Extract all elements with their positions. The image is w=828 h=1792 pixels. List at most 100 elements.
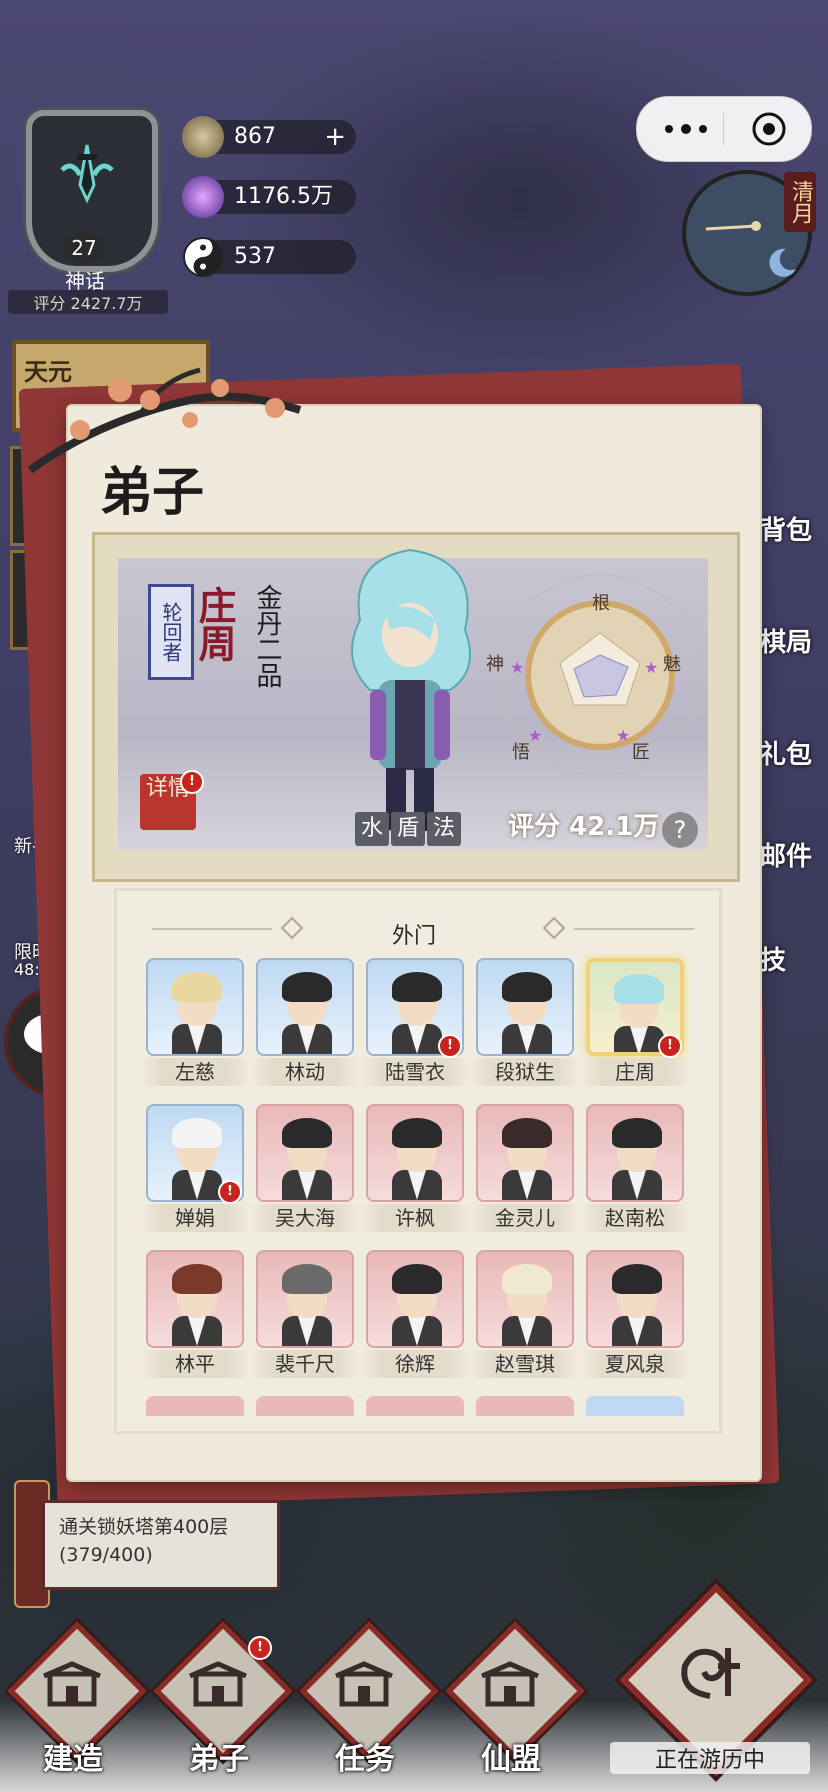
star-icon: ★ [510, 658, 524, 677]
pavilion-icon [43, 1661, 101, 1707]
star-icon: ★ [644, 658, 658, 677]
element-tag: 盾 [391, 812, 425, 846]
resource-value: 1176.5万 [234, 184, 333, 209]
player-level: 27 [62, 234, 106, 262]
disciple-card-peek[interactable] [476, 1396, 574, 1416]
disciple-portrait [146, 1250, 244, 1348]
resource-cloud-coin[interactable]: 867 + [182, 116, 356, 158]
more-options-button[interactable] [657, 113, 717, 145]
disciple-name: 金灵儿 [470, 1204, 580, 1232]
disciple-name: 陆雪衣 [360, 1058, 470, 1086]
travel-button[interactable]: 正在游历中 [610, 1583, 813, 1782]
disciple-card[interactable]: 赵雪琪 [470, 1250, 580, 1378]
disciple-card[interactable]: 左慈 [140, 958, 250, 1086]
chess-label: 棋局 [760, 628, 813, 658]
disciple-card[interactable]: 林平 [140, 1250, 250, 1378]
divider-line [574, 928, 694, 930]
radar-label: 根 [592, 593, 610, 614]
mail-button[interactable]: 邮件 [760, 836, 828, 906]
disciple-name: 许枫 [360, 1204, 470, 1232]
close-target-icon[interactable] [749, 109, 789, 149]
hero-score: 评分 42.1万 [508, 812, 660, 842]
nav-label: 仙盟 [481, 1742, 541, 1777]
disciple-portrait [366, 1250, 464, 1348]
capsule-divider [723, 113, 724, 145]
nav-label: 建造 [43, 1742, 103, 1777]
mail-label: 邮件 [760, 842, 813, 872]
element-tag: 水 [355, 812, 389, 846]
notification-badge: ! [180, 770, 204, 794]
add-currency-button[interactable]: + [324, 120, 346, 154]
gift-label: 礼包 [760, 740, 813, 770]
disciple-card[interactable]: 陆雪衣! [360, 958, 470, 1086]
section-title: 外门 [391, 924, 436, 949]
quest-tracker[interactable]: 通关锁妖塔第400层(379/400) [42, 1500, 280, 1590]
journey-swirl-icon [681, 1648, 740, 1699]
panel-title: 弟子 [100, 462, 205, 523]
attribute-radar-chart: 根 魅 匠 悟 神 ★ ★ ★ ★ [486, 574, 701, 776]
star-icon: ★ [616, 726, 630, 745]
notification-badge: ! [248, 1636, 272, 1660]
element-tag: 法 [427, 812, 461, 846]
disciple-card[interactable]: 徐辉 [360, 1250, 470, 1378]
season-label: 清月 [784, 172, 816, 232]
disciple-portrait [146, 958, 244, 1056]
disciple-icon [189, 1661, 247, 1707]
disciple-portrait [476, 958, 574, 1056]
cloud-coin-icon [182, 116, 224, 158]
disciple-card-peek[interactable] [366, 1396, 464, 1416]
radar-label: 悟 [512, 742, 530, 763]
resource-yin-yang[interactable]: 537 [183, 237, 356, 277]
nav-task-button[interactable]: 任务 [299, 1621, 439, 1782]
radar-label: 神 [486, 654, 504, 675]
disciple-name: 裴千尺 [250, 1350, 360, 1378]
disciple-portrait [476, 1104, 574, 1202]
skill-label: 技 [760, 946, 787, 976]
travel-label: 正在游历中 [610, 1742, 810, 1774]
miniprogram-capsule [636, 96, 812, 162]
gift-button[interactable]: 礼包 [760, 734, 828, 804]
hero-name: 庄周 [192, 586, 237, 662]
spirit-crystal-icon [182, 176, 224, 218]
notification-badge: ! [218, 1180, 242, 1204]
disciple-card[interactable]: 段狱生 [470, 958, 580, 1086]
element-tags: 水盾法 [355, 812, 463, 846]
alliance-icon [481, 1661, 539, 1707]
resource-value: 867 [234, 124, 276, 149]
disciple-card-peek[interactable] [146, 1396, 244, 1416]
bag-label: 背包 [760, 516, 813, 546]
disciple-portrait [256, 958, 354, 1056]
help-button[interactable]: ? [662, 812, 698, 848]
disciple-card[interactable]: 许枫 [360, 1104, 470, 1232]
star-icon: ★ [528, 726, 542, 745]
disciple-card[interactable]: 庄周! [580, 958, 690, 1086]
disciple-card[interactable]: 夏风泉 [580, 1250, 690, 1378]
bag-button[interactable]: 背包 [760, 510, 828, 580]
disciple-card-peek[interactable] [256, 1396, 354, 1416]
disciple-name: 林平 [140, 1350, 250, 1378]
disciple-card[interactable]: 金灵儿 [470, 1104, 580, 1232]
disciple-name: 赵南松 [580, 1204, 690, 1232]
yin-yang-icon [183, 237, 223, 277]
disciple-card[interactable]: 裴千尺 [250, 1250, 360, 1378]
hero-realm: 金丹二品 [252, 584, 282, 688]
skill-button[interactable]: 技 [760, 940, 828, 1010]
notification-badge: ! [438, 1034, 462, 1058]
disciple-portrait [256, 1250, 354, 1348]
disciple-portrait [256, 1104, 354, 1202]
nav-alliance-button[interactable]: 仙盟 [445, 1621, 585, 1782]
resource-spirit-crystal[interactable]: 1176.5万 [182, 176, 356, 218]
nav-disciple-button[interactable]: 弟子! [153, 1621, 293, 1782]
disciple-card-peek[interactable] [586, 1396, 684, 1416]
sword-emblem-icon [60, 144, 114, 204]
disciple-card[interactable]: 赵南松 [580, 1104, 690, 1232]
disciple-name: 左慈 [140, 1058, 250, 1086]
disciple-name: 婵娟 [140, 1204, 250, 1232]
nav-build-button[interactable]: 建造 [7, 1621, 147, 1782]
disciple-card[interactable]: 吴大海 [250, 1104, 360, 1232]
disciple-portrait [586, 1104, 684, 1202]
chess-button[interactable]: 棋局 [760, 622, 828, 692]
disciple-card[interactable]: 婵娟! [140, 1104, 250, 1232]
disciple-name: 徐辉 [360, 1350, 470, 1378]
disciple-card[interactable]: 林动 [250, 958, 360, 1086]
